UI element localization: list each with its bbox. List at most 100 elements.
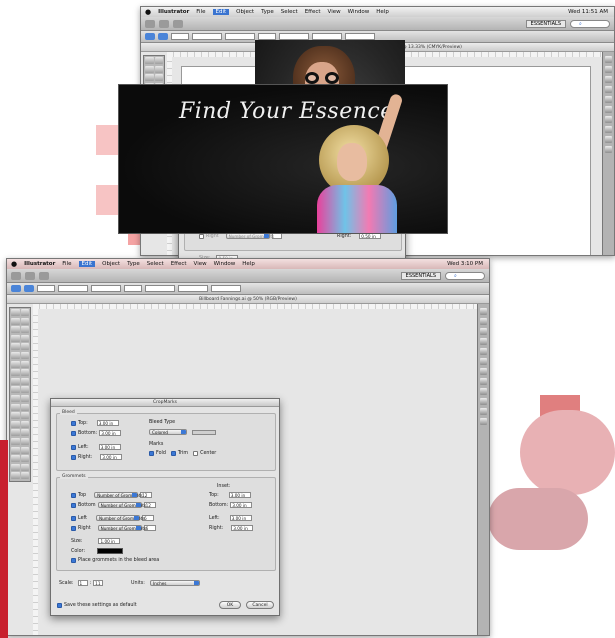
bleed-top-label: Top:	[78, 420, 88, 426]
menu-file[interactable]: File	[62, 261, 71, 267]
apple-icon[interactable]: ●	[145, 8, 151, 16]
grommet-left-mode[interactable]: Number of Grommets	[96, 515, 145, 521]
grommet-top-mode[interactable]: Number of Grommets	[94, 492, 143, 498]
workspace-switcher[interactable]: ESSENTIALS	[400, 271, 441, 280]
size-input[interactable]: 1.00 in	[98, 538, 121, 544]
brush-field[interactable]	[91, 285, 121, 292]
grommet-bottom-checkbox[interactable]	[71, 502, 76, 508]
menu-illustrator[interactable]: Illustrator	[158, 9, 189, 15]
fill-swatch[interactable]	[145, 33, 155, 40]
bridge-icon[interactable]	[25, 271, 35, 280]
inset-top-input[interactable]: 3.00 in	[228, 492, 251, 498]
workspace-switcher[interactable]: ESSENTIALS	[525, 19, 566, 28]
save-default-label: Save these settings as default	[64, 603, 137, 608]
menu-window[interactable]: Window	[348, 9, 370, 15]
document-setup-button[interactable]	[178, 285, 208, 292]
scale-denominator-input[interactable]: 11	[93, 580, 104, 586]
deco-red-strip	[0, 440, 8, 638]
menu-window[interactable]: Window	[214, 261, 236, 267]
bleed-top-input[interactable]: 3.00 in	[96, 420, 119, 426]
menu-illustrator[interactable]: Illustrator	[24, 261, 55, 267]
menu-edit[interactable]: Edit	[78, 261, 96, 267]
back-right-panels[interactable]	[602, 52, 614, 255]
menu-object[interactable]: Object	[236, 9, 254, 15]
grommet-top-checkbox[interactable]	[71, 492, 76, 498]
inset-left-label: Left:	[209, 515, 220, 521]
grommet-bottom-mode[interactable]: Number of Grommets	[97, 502, 146, 508]
opacity-field[interactable]	[124, 285, 142, 292]
style-field[interactable]	[279, 33, 309, 40]
menu-object[interactable]: Object	[102, 261, 120, 267]
grommet-color-swatch[interactable]	[97, 548, 124, 554]
fold-checkbox[interactable]	[149, 451, 154, 456]
brush-field[interactable]	[225, 33, 255, 40]
variable-width-field[interactable]	[58, 285, 88, 292]
menu-type[interactable]: Type	[127, 261, 140, 267]
menu-help[interactable]: Help	[376, 9, 389, 15]
cancel-button[interactable]: Cancel	[246, 601, 274, 609]
menu-type[interactable]: Type	[261, 9, 274, 15]
bleed-color-swatch[interactable]	[192, 429, 216, 435]
variable-width-field[interactable]	[192, 33, 222, 40]
fill-swatch[interactable]	[11, 285, 21, 292]
units-label: Units:	[131, 580, 145, 586]
inset-bottom-input[interactable]: 3.00 in	[230, 502, 253, 508]
arrange-icon[interactable]	[173, 19, 183, 28]
left-ruler	[33, 309, 38, 635]
preferences-button[interactable]	[211, 285, 241, 292]
document-setup-button[interactable]	[312, 33, 342, 40]
bleed-right-checkbox[interactable]	[71, 454, 76, 460]
bleed-top-checkbox[interactable]	[71, 420, 76, 426]
inset-left-input[interactable]: 3.00 in	[229, 515, 252, 521]
bridge-icon[interactable]	[159, 19, 169, 28]
inset-right-input[interactable]: 3.00 in	[231, 525, 254, 531]
bleed-type-select[interactable]: Colored	[149, 429, 187, 435]
preferences-button[interactable]	[345, 33, 375, 40]
stroke-weight-field[interactable]	[171, 33, 189, 40]
opacity-field[interactable]	[258, 33, 276, 40]
grommet-right-checkbox[interactable]	[71, 525, 76, 531]
stroke-weight-field[interactable]	[37, 285, 55, 292]
front-control-bar	[7, 283, 489, 295]
search-field[interactable]: ⌕	[445, 271, 485, 280]
bleed-right-label: Right:	[78, 454, 93, 460]
menu-effect[interactable]: Effect	[171, 261, 187, 267]
front-tools-panel[interactable]	[9, 307, 31, 482]
apple-icon[interactable]: ●	[11, 260, 17, 268]
fold-label: Fold	[156, 451, 166, 456]
ok-button[interactable]: OK	[219, 601, 241, 609]
arrange-icon[interactable]	[39, 271, 49, 280]
menu-select[interactable]: Select	[147, 261, 164, 267]
save-default-checkbox[interactable]	[57, 603, 62, 608]
back-app-bar: ESSENTIALS ⌕	[141, 17, 614, 31]
search-field[interactable]: ⌕	[570, 19, 610, 28]
trim-checkbox[interactable]	[170, 451, 176, 456]
front-right-panels[interactable]	[477, 304, 489, 635]
menu-view[interactable]: View	[328, 9, 341, 15]
place-grommets-label: Place grommets in the bleed area	[78, 558, 160, 563]
style-field[interactable]	[145, 285, 175, 292]
grommet-left-checkbox[interactable]	[71, 515, 76, 521]
menu-effect[interactable]: Effect	[305, 9, 321, 15]
stroke-swatch[interactable]	[24, 285, 34, 292]
grommet-left-label: Left	[78, 515, 88, 521]
grommet-right-mode[interactable]: Number of Grommets	[97, 525, 146, 531]
bleed-right-input[interactable]: 3.00 in	[100, 454, 123, 460]
place-grommets-checkbox[interactable]	[71, 558, 76, 563]
menu-edit[interactable]: Edit	[212, 9, 230, 15]
stroke-swatch[interactable]	[158, 33, 168, 40]
units-select[interactable]: Inches	[149, 580, 200, 586]
bleed-bottom-input[interactable]: 3.00 in	[99, 430, 122, 436]
menu-file[interactable]: File	[196, 9, 205, 15]
bleed-bottom-checkbox[interactable]	[71, 430, 76, 436]
bleed-left-input[interactable]: 3.00 in	[98, 444, 121, 450]
bleed-left-checkbox[interactable]	[71, 444, 76, 450]
grommet-right-checkbox[interactable]	[199, 233, 204, 239]
bleed-type-label: Bleed Type	[149, 420, 176, 425]
center-checkbox[interactable]	[193, 451, 199, 456]
menu-view[interactable]: View	[194, 261, 207, 267]
back-menubar: ● Illustrator File Edit Object Type Sele…	[141, 7, 614, 17]
scale-numerator-input[interactable]: 1	[77, 580, 88, 586]
menu-select[interactable]: Select	[281, 9, 298, 15]
menu-help[interactable]: Help	[242, 261, 255, 267]
